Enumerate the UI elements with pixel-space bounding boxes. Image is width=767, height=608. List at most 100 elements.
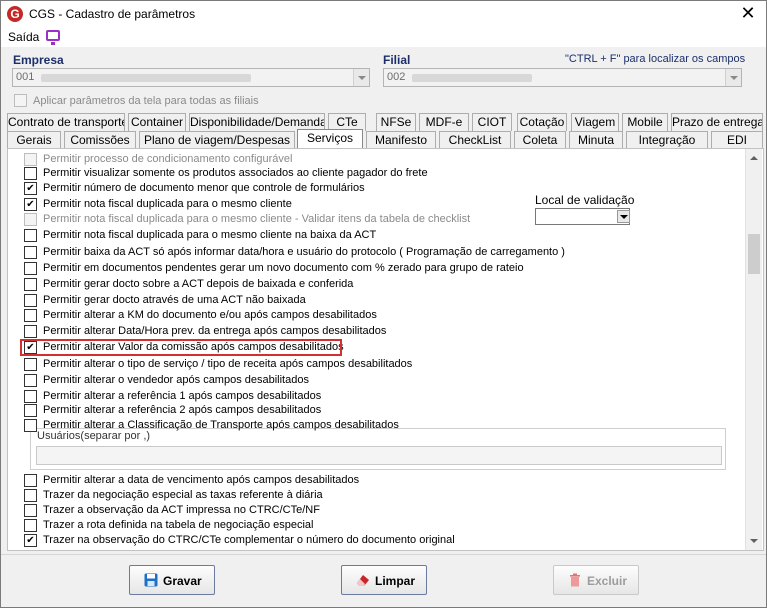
- option-label: Permitir nota fiscal duplicada para o me…: [43, 198, 292, 210]
- scroll-up-icon[interactable]: [746, 149, 762, 166]
- option-label: Permitir nota fiscal duplicada para o me…: [43, 229, 377, 241]
- excluir-button[interactable]: Excluir: [553, 565, 639, 595]
- option-label: Trazer na observação do CTRC/CTe complem…: [43, 534, 455, 546]
- empresa-name-redacted: [41, 74, 251, 82]
- tab-coleta[interactable]: Coleta: [514, 131, 566, 149]
- local-validacao-select[interactable]: [535, 208, 630, 225]
- option-checkbox[interactable]: [24, 294, 37, 307]
- menu-item-saida[interactable]: Saída: [8, 30, 39, 44]
- chevron-down-icon[interactable]: [353, 69, 369, 86]
- app-window: G CGS - Cadastro de parâmetros ✕ Saída E…: [0, 0, 767, 608]
- option-checkbox[interactable]: [24, 198, 37, 211]
- empresa-select[interactable]: 001: [12, 68, 370, 87]
- option-checkbox[interactable]: [24, 358, 37, 371]
- option-label: Permitir número de documento menor que c…: [43, 182, 365, 194]
- tab-edi[interactable]: EDI: [711, 131, 763, 149]
- option-label: Trazer a rota definida na tabela de nego…: [43, 519, 314, 531]
- option-label: Permitir processo de condicionamento con…: [43, 153, 293, 165]
- option-checkbox[interactable]: [24, 262, 37, 275]
- option-checkbox[interactable]: [24, 504, 37, 517]
- option-label: Permitir visualizar somente os produtos …: [43, 167, 428, 179]
- tab-manifesto[interactable]: Manifesto: [366, 131, 436, 149]
- apply-all-label: Aplicar parâmetros da tela para todas as…: [33, 95, 259, 107]
- option-label: Permitir nota fiscal duplicada para o me…: [43, 213, 471, 225]
- option-checkbox[interactable]: [24, 519, 37, 532]
- users-input[interactable]: [36, 446, 722, 465]
- option-checkbox[interactable]: [24, 153, 37, 166]
- option-checkbox[interactable]: [24, 374, 37, 387]
- option-checkbox[interactable]: [24, 229, 37, 242]
- option-checkbox[interactable]: [24, 419, 37, 432]
- option-label: Permitir gerar docto sobre a ACT depois …: [43, 278, 354, 290]
- servicos-panel: Permitir processo de condicionamento con…: [7, 148, 764, 551]
- scroll-down-icon[interactable]: [746, 533, 762, 550]
- tab-gerais[interactable]: Gerais: [7, 131, 61, 149]
- option-row[interactable]: Permitir alterar a Classificação de Tran…: [24, 419, 399, 433]
- filial-select[interactable]: 002: [383, 68, 742, 87]
- scrollbar-thumb[interactable]: [748, 234, 760, 274]
- menu-bar: Saída: [1, 27, 766, 47]
- save-icon: [144, 573, 158, 587]
- filial-label: Filial: [383, 53, 411, 67]
- search-hint: "CTRL + F" para localizar os campos: [565, 53, 746, 65]
- option-label: Permitir alterar Data/Hora prev. da entr…: [43, 325, 387, 337]
- tab-mdfe[interactable]: MDF-e: [419, 113, 469, 131]
- option-checkbox[interactable]: [24, 489, 37, 502]
- tab-mobile[interactable]: Mobile: [622, 113, 668, 131]
- option-label: Permitir alterar o vendedor após campos …: [43, 374, 309, 386]
- limpar-label: Limpar: [375, 574, 416, 588]
- tab-container[interactable]: Container: [128, 113, 186, 131]
- tab-servicos[interactable]: Serviços: [297, 129, 363, 149]
- option-checkbox[interactable]: [24, 534, 37, 547]
- app-logo-icon: G: [7, 6, 23, 22]
- option-label: Permitir alterar a KM do documento e/ou …: [43, 309, 377, 321]
- vertical-scrollbar[interactable]: [745, 149, 762, 550]
- tab-cotacao[interactable]: Cotação: [517, 113, 567, 131]
- tab-plano-viagem[interactable]: Plano de viagem/Despesas: [139, 131, 295, 149]
- divider: [1, 554, 766, 555]
- option-checkbox[interactable]: [24, 309, 37, 322]
- tab-comissoes[interactable]: Comissões: [64, 131, 136, 149]
- empresa-label: Empresa: [13, 53, 64, 67]
- option-checkbox[interactable]: [24, 182, 37, 195]
- option-checkbox[interactable]: [24, 246, 37, 259]
- empresa-code: 001: [16, 71, 35, 83]
- trash-icon: [570, 573, 580, 587]
- tab-prazo-entrega[interactable]: Prazo de entrega: [671, 113, 763, 131]
- title-bar: G CGS - Cadastro de parâmetros ✕: [1, 1, 766, 27]
- chevron-down-icon[interactable]: [617, 210, 630, 223]
- option-label: Trazer da negociação especial as taxas r…: [43, 489, 323, 501]
- option-checkbox[interactable]: [24, 404, 37, 417]
- option-label: Permitir alterar a Classificação de Tran…: [43, 419, 399, 431]
- tab-checklist[interactable]: CheckList: [439, 131, 511, 149]
- tab-integracao[interactable]: Integração: [626, 131, 708, 149]
- option-checkbox[interactable]: [24, 325, 37, 338]
- option-checkbox[interactable]: [24, 390, 37, 403]
- option-label: Permitir alterar a data de vencimento ap…: [43, 474, 360, 486]
- tab-nfse[interactable]: NFSe: [376, 113, 416, 131]
- limpar-button[interactable]: Limpar: [341, 565, 427, 595]
- option-label: Permitir gerar docto através de uma ACT …: [43, 294, 306, 306]
- option-checkbox[interactable]: [24, 278, 37, 291]
- tab-viagem[interactable]: Viagem: [571, 113, 619, 131]
- tab-contrato-transporte[interactable]: Contrato de transporte: [7, 113, 125, 131]
- filial-code: 002: [387, 71, 406, 83]
- apply-all-checkbox[interactable]: [14, 94, 27, 107]
- close-icon[interactable]: ✕: [738, 3, 758, 23]
- tab-ciot[interactable]: CIOT: [472, 113, 512, 131]
- gravar-label: Gravar: [163, 574, 202, 588]
- option-checkbox[interactable]: [24, 474, 37, 487]
- tab-minuta[interactable]: Minuta: [569, 131, 623, 149]
- users-group: Usuários(separar por ,): [30, 428, 726, 470]
- chevron-down-icon[interactable]: [725, 69, 741, 86]
- option-label: Permitir em documentos pendentes gerar u…: [43, 262, 524, 274]
- excluir-label: Excluir: [587, 574, 628, 588]
- window-title: CGS - Cadastro de parâmetros: [29, 7, 196, 21]
- option-checkbox[interactable]: [24, 213, 37, 226]
- gravar-button[interactable]: Gravar: [129, 565, 215, 595]
- monitor-icon[interactable]: [46, 30, 60, 45]
- filial-name-redacted: [412, 74, 532, 82]
- option-label: Permitir alterar a referência 2 após cam…: [43, 404, 322, 416]
- option-label: Permitir alterar o tipo de serviço / tip…: [43, 358, 413, 370]
- option-checkbox[interactable]: [24, 167, 37, 180]
